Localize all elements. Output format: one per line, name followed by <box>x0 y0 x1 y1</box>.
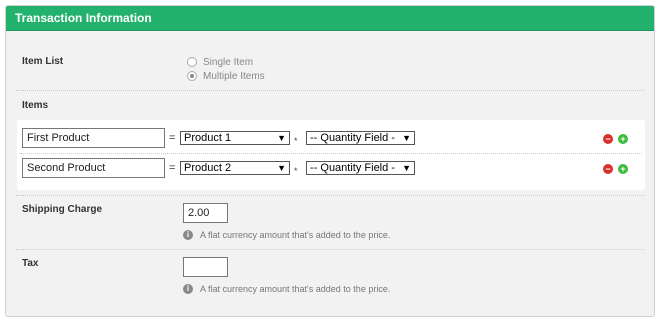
quantity-select[interactable]: -- Quantity Field - ▼ <box>306 161 415 175</box>
panel-title: Transaction Information <box>6 6 654 31</box>
radio-selected-icon <box>187 71 197 81</box>
product-select-value: Product 2 <box>184 162 232 174</box>
multiply-sign: * <box>294 136 298 146</box>
divider <box>20 153 642 154</box>
radio-single-item[interactable]: Single Item <box>187 55 265 69</box>
chevron-down-icon: ▼ <box>402 163 411 173</box>
chevron-down-icon: ▼ <box>402 133 411 143</box>
quantity-select[interactable]: -- Quantity Field - ▼ <box>306 131 415 145</box>
item-name-input[interactable]: Second Product <box>22 158 165 178</box>
divider <box>16 249 644 250</box>
quantity-select-value: -- Quantity Field - <box>310 132 395 144</box>
shipping-charge-label: Shipping Charge <box>22 204 102 215</box>
item-row: Second Product = Product 2 ▼ * -- Quanti… <box>17 158 645 180</box>
equals-sign: = <box>169 162 176 174</box>
product-select[interactable]: Product 2 ▼ <box>180 161 290 175</box>
transaction-information-panel: Transaction Information Item List Single… <box>5 5 655 317</box>
plus-circle-icon[interactable]: + <box>618 164 628 174</box>
tax-label: Tax <box>22 258 39 269</box>
multiply-sign: * <box>294 166 298 176</box>
divider <box>16 195 644 196</box>
shipping-help: i A flat currency amount that's added to… <box>183 230 390 240</box>
equals-sign: = <box>169 132 176 144</box>
plus-circle-icon[interactable]: + <box>618 134 628 144</box>
items-label: Items <box>22 100 49 111</box>
radio-label: Single Item <box>203 56 254 68</box>
help-text: A flat currency amount that's added to t… <box>200 284 391 294</box>
info-icon: i <box>183 284 193 294</box>
radio-label: Multiple Items <box>203 70 265 82</box>
tax-help: i A flat currency amount that's added to… <box>183 284 390 294</box>
divider <box>16 90 644 91</box>
item-list-label: Item List <box>22 56 64 67</box>
product-select[interactable]: Product 1 ▼ <box>180 131 290 145</box>
info-icon: i <box>183 230 193 240</box>
help-text: A flat currency amount that's added to t… <box>200 230 391 240</box>
quantity-select-value: -- Quantity Field - <box>310 162 395 174</box>
chevron-down-icon: ▼ <box>277 163 286 173</box>
minus-circle-icon[interactable]: − <box>603 164 613 174</box>
item-list-radio-group: Single Item Multiple Items <box>187 55 265 83</box>
shipping-charge-input[interactable]: 2.00 <box>183 203 228 223</box>
item-name-input[interactable]: First Product <box>22 128 165 148</box>
radio-multiple-items[interactable]: Multiple Items <box>187 69 265 83</box>
items-list: First Product = Product 1 ▼ * -- Quantit… <box>17 120 645 190</box>
product-select-value: Product 1 <box>184 132 232 144</box>
radio-circle-icon <box>187 57 197 67</box>
minus-circle-icon[interactable]: − <box>603 134 613 144</box>
item-row: First Product = Product 1 ▼ * -- Quantit… <box>17 128 645 150</box>
tax-input[interactable] <box>183 257 228 277</box>
chevron-down-icon: ▼ <box>277 133 286 143</box>
